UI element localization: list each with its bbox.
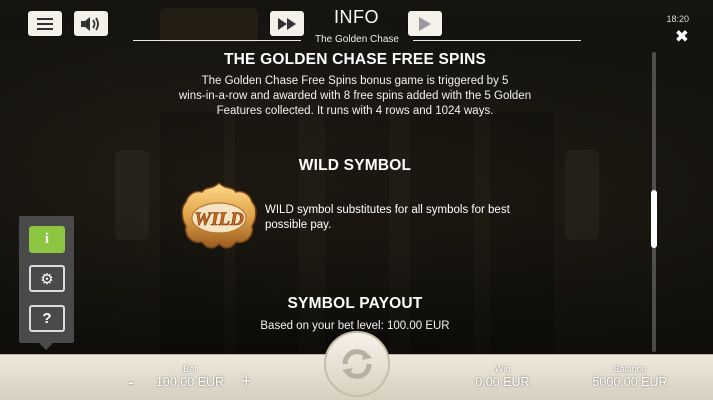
text-line: WILD symbol substitutes for all symbols … bbox=[265, 204, 510, 216]
win-value: 0.00 EUR bbox=[475, 375, 530, 389]
win-label: Win bbox=[494, 364, 511, 374]
close-icon[interactable]: ✖ bbox=[675, 27, 689, 47]
clock: 18:20 bbox=[666, 14, 689, 24]
bet-value: 100.00 EUR bbox=[155, 375, 225, 389]
text-line: possible pay. bbox=[265, 219, 332, 231]
divider bbox=[413, 40, 581, 41]
hamburger-icon bbox=[37, 17, 53, 30]
help-icon: ? bbox=[42, 310, 52, 327]
decrease-bet-button[interactable]: - bbox=[128, 372, 134, 393]
text-line: Features collected. It runs with 4 rows … bbox=[216, 105, 494, 117]
wild-icon-label: WILD bbox=[194, 209, 244, 230]
autoplay-button[interactable] bbox=[408, 11, 442, 36]
sound-button[interactable] bbox=[74, 11, 108, 36]
text-line: The Golden Chase Free Spins bonus game i… bbox=[201, 75, 509, 87]
wild-symbol-description: WILD symbol substitutes for all symbols … bbox=[265, 203, 555, 233]
info-button[interactable]: i bbox=[29, 226, 65, 253]
spin-arrows-icon bbox=[342, 349, 372, 379]
balance-value: 5000.00 EUR bbox=[592, 375, 668, 389]
menu-button[interactable] bbox=[28, 11, 62, 36]
balance-label: Balance bbox=[613, 364, 647, 374]
turbo-button[interactable] bbox=[270, 11, 304, 36]
spin-button[interactable] bbox=[324, 331, 390, 397]
gear-icon: ⚙ bbox=[40, 269, 54, 288]
scrollbar-thumb[interactable] bbox=[651, 190, 657, 248]
increase-bet-button[interactable]: + bbox=[241, 371, 252, 392]
free-spins-description: The Golden Chase Free Spins bonus game i… bbox=[160, 74, 550, 119]
side-menu-panel: i ⚙ ? bbox=[19, 216, 74, 350]
free-spins-heading: THE GOLDEN CHASE FREE SPINS bbox=[223, 51, 487, 68]
speaker-icon bbox=[81, 16, 99, 31]
fast-forward-icon bbox=[278, 17, 296, 30]
play-icon bbox=[419, 16, 431, 31]
info-icon: i bbox=[44, 231, 50, 247]
wild-symbol-icon: WILD bbox=[181, 181, 257, 249]
settings-button[interactable]: ⚙ bbox=[29, 265, 65, 292]
symbol-payout-heading: SYMBOL PAYOUT bbox=[287, 295, 423, 312]
subtitle-row: The Golden Chase bbox=[133, 34, 581, 48]
help-button[interactable]: ? bbox=[29, 305, 65, 332]
wild-symbol-heading: WILD SYMBOL bbox=[298, 157, 412, 174]
panel-pointer bbox=[39, 343, 53, 350]
bet-label: Bet bbox=[183, 364, 197, 374]
text-line: wins-in-a-row and awarded with 8 free sp… bbox=[178, 90, 532, 102]
